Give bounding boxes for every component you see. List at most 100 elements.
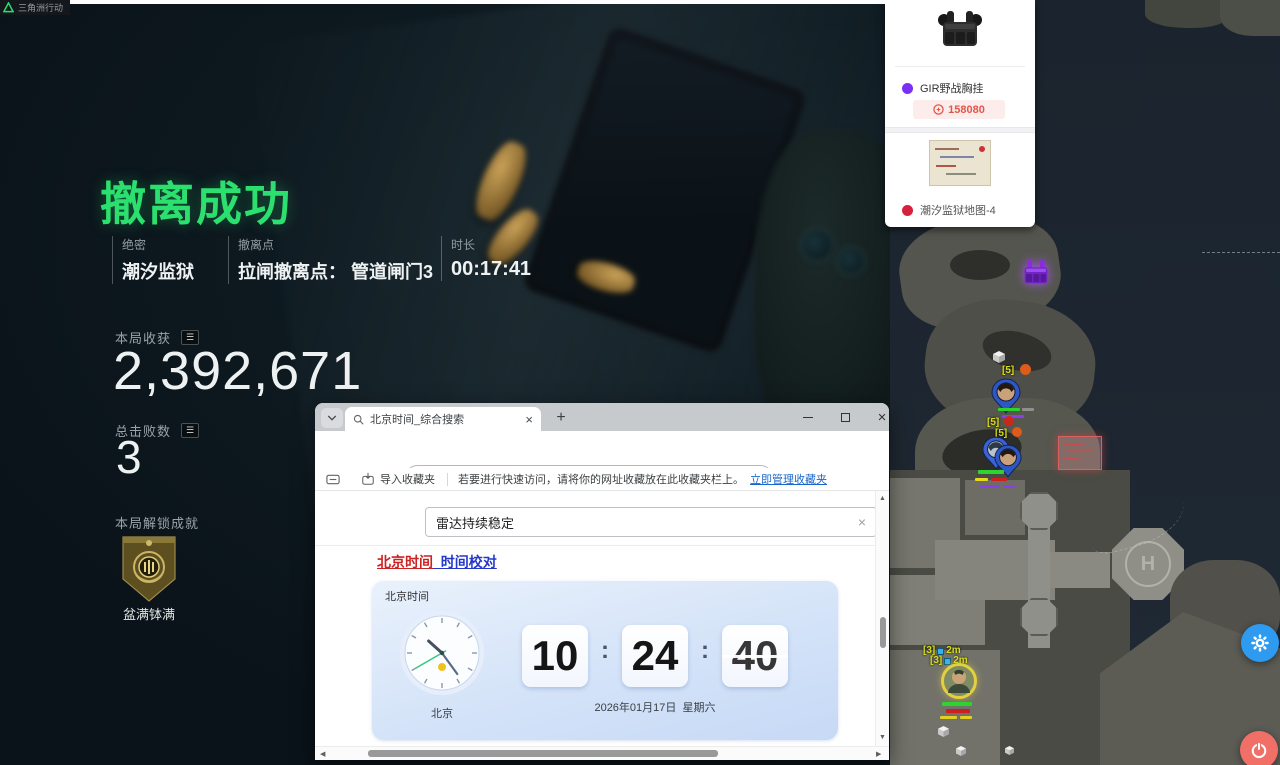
power-icon bbox=[1249, 740, 1269, 760]
result-link-rest: _时间校对 bbox=[433, 554, 497, 570]
window-maximize-button[interactable] bbox=[830, 403, 860, 431]
bookmarks-bar: 导入收藏夹 若要进行快速访问，请将你的网址收藏放在此收藏夹栏上。 立即管理收藏夹 bbox=[315, 468, 889, 491]
extraction-result-title: 撤离成功 bbox=[100, 168, 292, 234]
health-bar bbox=[978, 470, 1004, 474]
clock-colon: : bbox=[694, 637, 716, 665]
gear-icon bbox=[1250, 633, 1270, 653]
new-tab-button[interactable]: + bbox=[551, 408, 571, 428]
clock-city-label: 北京 bbox=[412, 705, 472, 721]
status-bar bbox=[1003, 485, 1015, 488]
vertical-scrollbar[interactable]: ▲ ▼ bbox=[875, 491, 889, 746]
achievement-label: 本局解锁成就 bbox=[115, 513, 199, 532]
vertical-scroll-thumb[interactable] bbox=[880, 617, 886, 648]
vest-icon bbox=[1020, 258, 1052, 290]
item-image-vest[interactable] bbox=[936, 9, 984, 55]
exit-label: 撤离点 bbox=[238, 236, 433, 253]
status-bar bbox=[980, 485, 1000, 488]
loot-cube-icon bbox=[938, 726, 949, 737]
scroll-up-icon[interactable]: ▲ bbox=[879, 495, 886, 502]
status-bar bbox=[946, 709, 970, 713]
enemy-dot bbox=[1012, 427, 1022, 437]
result-link-highlight: 北京时间 bbox=[377, 554, 433, 570]
import-favorites-button[interactable]: 导入收藏夹 bbox=[361, 471, 435, 487]
scroll-right-icon[interactable]: ▶ bbox=[876, 751, 881, 758]
browser-window: 北京时间_综合搜索 × + × https://www.so.com/s?q=北… bbox=[315, 403, 889, 760]
enemy-dot bbox=[1004, 416, 1014, 426]
achievement-badge bbox=[118, 534, 180, 604]
item-row[interactable]: 潮汐监狱地图-4 bbox=[902, 202, 996, 218]
game-window-title: 三角洲行动 bbox=[18, 1, 63, 14]
map-building bbox=[1050, 552, 1110, 588]
browser-tab[interactable]: 北京时间_综合搜索 × bbox=[345, 407, 541, 431]
bookmarks-hint-text: 若要进行快速访问，请将你的网址收藏放在此收藏夹栏上。 bbox=[458, 471, 744, 487]
loot-vest-marker bbox=[1020, 258, 1052, 290]
rarity-dot-crimson bbox=[902, 205, 913, 216]
settings-fab-button[interactable] bbox=[1241, 624, 1279, 662]
page-search-input[interactable] bbox=[436, 515, 858, 530]
status-bar bbox=[1022, 408, 1034, 411]
game-window-titlebar: 三角洲行动 bbox=[0, 0, 70, 15]
page-search-box[interactable]: × bbox=[425, 507, 877, 537]
status-bar bbox=[940, 716, 957, 719]
goggle-lens bbox=[800, 228, 834, 262]
browser-toolbar: https://www.so.com/s?q=北京时间&src=lm&ls=sm… bbox=[315, 431, 889, 468]
loot-cube-icon bbox=[1005, 746, 1014, 755]
scroll-down-icon[interactable]: ▼ bbox=[879, 734, 886, 741]
item-name: GIR野战胸挂 bbox=[920, 80, 984, 96]
panel-divider bbox=[895, 66, 1025, 67]
power-fab-button[interactable] bbox=[1240, 731, 1278, 765]
page-content: × 北京时间_时间校对 北京时间 bbox=[315, 491, 889, 746]
page-divider bbox=[315, 545, 889, 546]
horizontal-scrollbar[interactable]: ◀ ▶ bbox=[315, 746, 889, 760]
status-bar bbox=[975, 478, 988, 481]
tab-strip: 北京时间_综合搜索 × + × bbox=[315, 403, 889, 431]
search-result-link[interactable]: 北京时间_时间校对 bbox=[377, 552, 497, 572]
manage-favorites-link[interactable]: 立即管理收藏夹 bbox=[750, 471, 827, 487]
bookbar-divider bbox=[447, 473, 448, 486]
item-image-map[interactable] bbox=[929, 140, 991, 186]
rarity-dot-purple bbox=[902, 83, 913, 94]
import-favorites-label: 导入收藏夹 bbox=[380, 471, 435, 487]
flip-minutes: 24 bbox=[622, 625, 688, 687]
coin-icon bbox=[933, 104, 944, 115]
loot-cube-icon bbox=[956, 746, 966, 756]
clock-weekday: 星期六 bbox=[683, 702, 716, 714]
flip-seconds: 40 bbox=[722, 625, 788, 687]
import-icon bbox=[361, 472, 375, 486]
enemy-dot bbox=[1020, 364, 1031, 375]
exit-name: 拉闸撤离点： 管道闸门3 bbox=[238, 258, 433, 284]
map-terrain bbox=[950, 250, 1010, 280]
tab-search-button[interactable] bbox=[321, 408, 343, 428]
horizontal-scroll-thumb[interactable] bbox=[368, 750, 718, 757]
duration-value: 00:17:41 bbox=[451, 258, 531, 281]
item-row[interactable]: GIR野战胸挂 bbox=[902, 80, 984, 96]
map-boundary-dashed bbox=[1202, 252, 1280, 253]
clock-date: 2026年01月17日 星期六 bbox=[522, 699, 788, 715]
status-bar bbox=[991, 478, 1007, 481]
info-col-clearance: 绝密 潮汐监狱 bbox=[112, 236, 194, 284]
loot-item-panel: GIR野战胸挂 158080 潮汐监狱地图-4 bbox=[885, 0, 1035, 227]
kills-value: 3 bbox=[116, 430, 143, 484]
status-bar bbox=[960, 716, 972, 719]
item-price-badge: 158080 bbox=[913, 100, 1005, 119]
flip-hours: 10 bbox=[522, 625, 588, 687]
squad-count-label: [5] bbox=[1002, 366, 1014, 376]
info-col-duration: 时长 00:17:41 bbox=[441, 236, 531, 281]
goggle-lens bbox=[836, 246, 866, 276]
scroll-left-icon[interactable]: ◀ bbox=[320, 751, 325, 758]
search-icon bbox=[353, 414, 364, 425]
item-name: 潮汐监狱地图-4 bbox=[920, 202, 996, 218]
tab-close-icon[interactable]: × bbox=[525, 413, 533, 426]
window-top-strip bbox=[22, 0, 885, 4]
health-bar bbox=[998, 408, 1020, 411]
window-minimize-button[interactable] bbox=[793, 403, 823, 431]
duration-label: 时长 bbox=[451, 236, 531, 253]
self-player-marker bbox=[940, 662, 978, 700]
info-col-exit: 撤离点 拉闸撤离点： 管道闸门3 bbox=[228, 236, 433, 284]
bookmarks-bar-icon[interactable] bbox=[325, 472, 341, 487]
window-close-button[interactable]: × bbox=[867, 403, 897, 431]
chevron-down-icon bbox=[327, 414, 337, 422]
clear-search-icon[interactable]: × bbox=[858, 514, 866, 530]
kills-detail-icon[interactable]: ☰ bbox=[181, 423, 199, 438]
loot-cube-icon bbox=[993, 351, 1005, 363]
